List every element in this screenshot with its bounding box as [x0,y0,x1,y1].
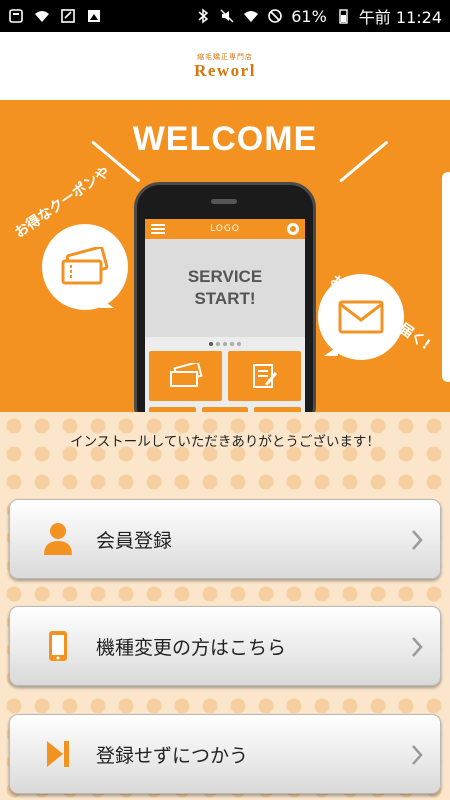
screen-logo: LOGO [210,224,240,234]
wifi-icon [35,11,49,22]
download-icon [61,9,75,23]
smartphone-icon [38,626,78,666]
chevron-right-icon [412,637,423,657]
bubble-tail-left [100,298,114,308]
chevron-right-icon [412,530,423,550]
image-icon [88,10,100,22]
mute-icon [220,9,234,23]
screen-app-bar: LOGO [145,219,305,239]
coupon-bubble [42,224,128,310]
ticket-icon [169,363,203,387]
use-without-registration-button[interactable]: 登録せずにつかう [9,714,441,794]
app-header: 縮毛矯正専門店 Reworl [0,32,450,100]
side-strip [442,172,450,382]
content-area: インストールしていただきありがとうございます！ 会員登録 機種変更の方はこちら … [0,412,450,800]
device-change-label: 機種変更の方はこちら [96,636,287,659]
gear-icon [287,223,299,235]
device-change-button[interactable]: 機種変更の方はこちら [9,606,441,686]
battery-percent: 61% [291,6,327,26]
wifi-signal-icon [244,11,259,22]
person-icon [38,519,78,559]
menu-icon [151,224,165,234]
use-without-registration-label: 登録せずにつかう [96,744,249,767]
notification-icon [9,9,23,23]
screen-text-line2: START! [194,289,256,308]
welcome-title: WELCOME [132,120,318,158]
bluetooth-icon [198,8,209,24]
welcome-hero: WELCOME お得なクーポンや お店の情報が届く! LOGO SERVICE … [0,100,450,412]
skip-icon [38,734,78,774]
phone-illustration: LOGO SERVICE START! [134,182,316,412]
battery-icon [339,9,348,24]
carousel-dots [145,337,305,351]
brand-logo: Reworl [194,61,256,80]
phone-speaker [211,199,237,204]
member-registration-label: 会員登録 [96,529,173,552]
screen-tiles [145,351,305,401]
member-registration-button[interactable]: 会員登録 [9,499,441,579]
do-not-disturb-icon [268,9,283,23]
memo-tile [228,351,301,401]
envelope-icon [338,300,384,334]
coupon-tile [149,351,222,401]
phone-screen: LOGO SERVICE START! [145,219,305,412]
screen-tiles-row2 [145,401,305,412]
chevron-right-icon [412,745,423,765]
ticket-icon [61,247,109,285]
screen-banner: SERVICE START! [145,239,305,337]
bubble-tail-right [324,346,338,356]
memo-icon [252,364,277,388]
status-bar: 61% 午前 11:24 [0,0,450,32]
clock: 午前 11:24 [358,8,442,27]
screen-text-line1: SERVICE [187,267,263,286]
thanks-message: インストールしていただきありがとうございます！ [70,434,380,450]
